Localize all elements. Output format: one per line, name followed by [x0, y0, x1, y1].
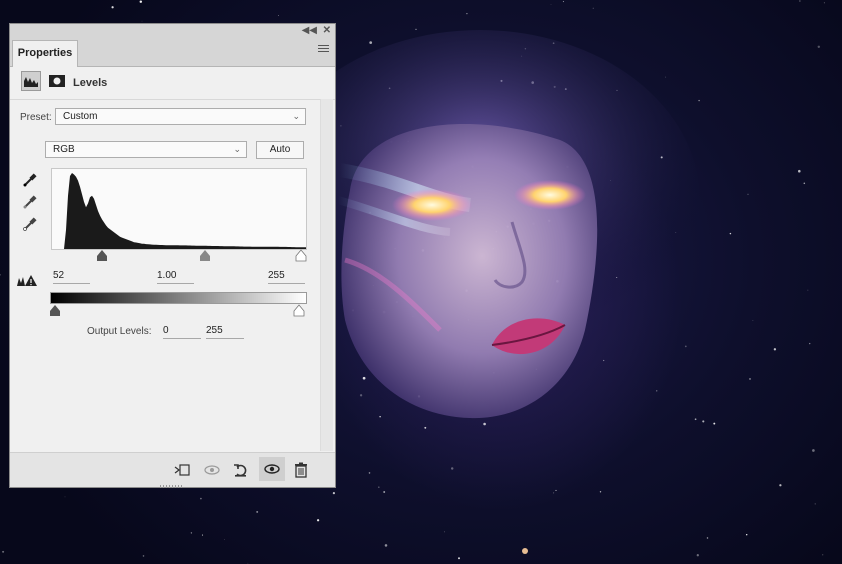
- midtone-input-handle: [200, 250, 210, 261]
- input-levels-slider[interactable]: [51, 249, 308, 263]
- chevron-down-icon: ⌄: [233, 144, 241, 154]
- preset-select[interactable]: Custom ⌄: [55, 108, 306, 125]
- white-input-handle: [295, 249, 307, 262]
- clipping-warning-icon[interactable]: [16, 274, 38, 291]
- output-black-value[interactable]: 0: [163, 324, 201, 339]
- output-levels-label: Output Levels:: [87, 326, 152, 337]
- double-chevron-left-icon[interactable]: ◀◀: [302, 25, 317, 37]
- clip-to-layer-icon[interactable]: [173, 461, 191, 479]
- chevron-down-icon: ⌄: [292, 111, 300, 121]
- auto-button[interactable]: Auto: [256, 141, 304, 159]
- input-black-value[interactable]: 52: [53, 269, 90, 284]
- panel-resize-grip[interactable]: [160, 485, 182, 488]
- histogram: [51, 168, 307, 250]
- view-previous-state-icon[interactable]: [203, 461, 221, 479]
- levels-icon[interactable]: [21, 71, 41, 91]
- input-midtone-value[interactable]: 1.00: [157, 269, 194, 284]
- input-white-value[interactable]: 255: [268, 269, 305, 284]
- panel-scrollbar[interactable]: [320, 99, 333, 451]
- white-point-eyedropper-icon[interactable]: [22, 216, 38, 232]
- adjustment-header: Levels: [10, 67, 335, 100]
- panel-titlebar[interactable]: ◀◀ ✕: [10, 24, 335, 38]
- close-icon[interactable]: ✕: [323, 25, 331, 37]
- mask-icon[interactable]: [47, 71, 67, 91]
- output-white-value[interactable]: 255: [206, 324, 244, 339]
- visibility-icon[interactable]: [259, 457, 285, 481]
- output-levels-gradient: [50, 292, 307, 304]
- black-output-handle: [50, 305, 60, 316]
- tab-properties[interactable]: Properties: [12, 40, 78, 67]
- black-point-eyedropper-icon[interactable]: [22, 172, 38, 188]
- preset-label: Preset:: [20, 112, 52, 123]
- adjustment-title: Levels: [73, 77, 108, 89]
- white-output-handle: [293, 304, 305, 317]
- output-levels-slider[interactable]: [50, 304, 308, 318]
- reset-icon[interactable]: [232, 461, 250, 479]
- panel-menu-icon[interactable]: [318, 45, 329, 54]
- gray-point-eyedropper-icon[interactable]: [22, 194, 38, 210]
- panel-tab-row: Properties: [10, 38, 335, 67]
- histogram-graph: [52, 173, 306, 249]
- preset-value: Custom: [63, 111, 98, 122]
- histogram-fill: [52, 173, 306, 249]
- panel-footer: [10, 452, 335, 488]
- black-input-handle: [97, 250, 107, 261]
- properties-panel: ◀◀ ✕ Properties Levels Preset: Custom ⌄ …: [9, 23, 336, 488]
- channel-select[interactable]: RGB ⌄: [45, 141, 247, 158]
- delete-icon[interactable]: [292, 461, 310, 479]
- channel-value: RGB: [53, 144, 75, 155]
